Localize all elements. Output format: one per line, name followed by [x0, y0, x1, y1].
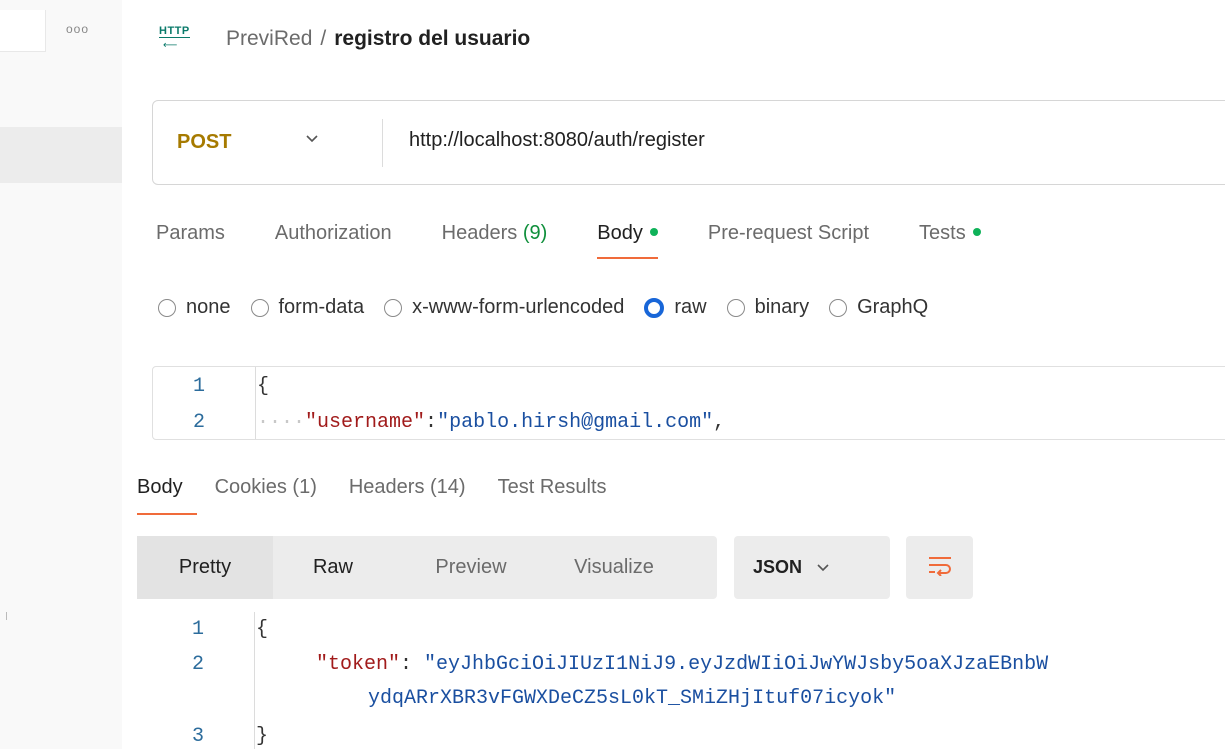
radio-raw[interactable]: raw: [644, 296, 707, 319]
body-type-selector: none form-data x-www-form-urlencoded raw…: [158, 296, 948, 319]
tab-headers[interactable]: Headers (9): [442, 222, 548, 245]
breadcrumb: PreviRed / registro del usuario: [226, 27, 530, 51]
line-number: 1: [193, 375, 206, 398]
view-mode-group: Pretty Raw Preview Visualize: [137, 536, 717, 599]
status-dot: [649, 228, 658, 236]
tab-response-body[interactable]: Body: [137, 476, 197, 515]
status-dot: [972, 228, 981, 236]
tab-authorization[interactable]: Authorization: [275, 222, 392, 245]
headers-count: (9): [522, 222, 548, 244]
tab-response-headers[interactable]: Headers (14): [349, 476, 466, 499]
radio-x-www-form-urlencoded[interactable]: x-www-form-urlencoded: [384, 296, 624, 319]
url-input[interactable]: [409, 129, 1189, 152]
tab-tests[interactable]: Tests: [919, 222, 981, 245]
http-request-icon: HTTP ⟵: [159, 25, 190, 51]
tab-test-results[interactable]: Test Results: [498, 476, 607, 499]
code-line: 2 ····"username":"pablo.hirsh@gmail.com"…: [193, 411, 726, 434]
sidebar-tab[interactable]: [0, 10, 46, 52]
line-number: 3: [192, 725, 205, 748]
code-line: 1 {: [193, 375, 270, 398]
radio-icon[interactable]: [726, 298, 745, 317]
request-body-editor[interactable]: 1 { 2 ····"username":"pablo.hirsh@gmail.…: [152, 366, 1225, 440]
sidebar-strip: ooo: [0, 0, 122, 749]
response-tabs: Body Cookies (1) Headers (14) Test Resul…: [137, 476, 639, 515]
radio-icon[interactable]: [829, 298, 848, 317]
radio-selected-icon[interactable]: [644, 297, 665, 318]
chevron-down-icon: [816, 560, 830, 576]
radio-none[interactable]: none: [158, 296, 231, 319]
tab-params[interactable]: Params: [156, 222, 225, 245]
format-selector[interactable]: JSON: [734, 536, 890, 599]
view-preview-button[interactable]: Preview: [393, 536, 549, 599]
breadcrumb-separator: /: [320, 27, 327, 50]
tab-pre-request-script[interactable]: Pre-request Script: [708, 222, 869, 245]
radio-icon[interactable]: [384, 298, 403, 317]
code-line: 2 "token": "eyJhbGciOiJIUzI1NiJ9.eyJzdWI…: [192, 653, 1049, 676]
divider: [6, 612, 7, 620]
line-number: 1: [192, 618, 205, 641]
wrap-lines-button[interactable]: [906, 536, 973, 599]
request-name[interactable]: registro del usuario: [334, 27, 530, 51]
radio-form-data[interactable]: form-data: [250, 296, 364, 319]
tab-cookies[interactable]: Cookies (1): [215, 476, 317, 499]
radio-graphql[interactable]: GraphQ: [829, 296, 928, 319]
response-body-viewer[interactable]: 1 { 2 "token": "eyJhbGciOiJIUzI1NiJ9.eyJ…: [152, 612, 1225, 749]
view-pretty-button[interactable]: Pretty: [137, 536, 273, 599]
tab-body[interactable]: Body: [597, 222, 658, 259]
code-line: 1 {: [192, 618, 269, 641]
chevron-down-icon[interactable]: [305, 131, 319, 149]
wrap-lines-icon: [927, 554, 953, 581]
line-number: 2: [192, 653, 205, 676]
breadcrumb-collection[interactable]: PreviRed: [226, 27, 312, 51]
more-options-icon[interactable]: ooo: [66, 22, 89, 36]
line-number: 2: [193, 411, 206, 434]
request-tabs: Params Authorization Headers (9) Body Pr…: [156, 222, 1031, 259]
divider: [382, 119, 383, 167]
radio-icon[interactable]: [250, 298, 269, 317]
sidebar-selected-item[interactable]: [0, 127, 122, 183]
radio-binary[interactable]: binary: [726, 296, 809, 319]
view-visualize-button[interactable]: Visualize: [549, 536, 679, 599]
method-selector[interactable]: POST: [177, 131, 231, 154]
code-line: 3 }: [192, 725, 269, 748]
url-bar: POST: [152, 100, 1225, 185]
view-raw-button[interactable]: Raw: [273, 536, 393, 599]
code-line-wrapped: ydqARrXBR3vFGWXDeCZ5sL0kT_SMiZHjItuf07ic…: [368, 687, 897, 710]
radio-icon[interactable]: [158, 298, 176, 317]
